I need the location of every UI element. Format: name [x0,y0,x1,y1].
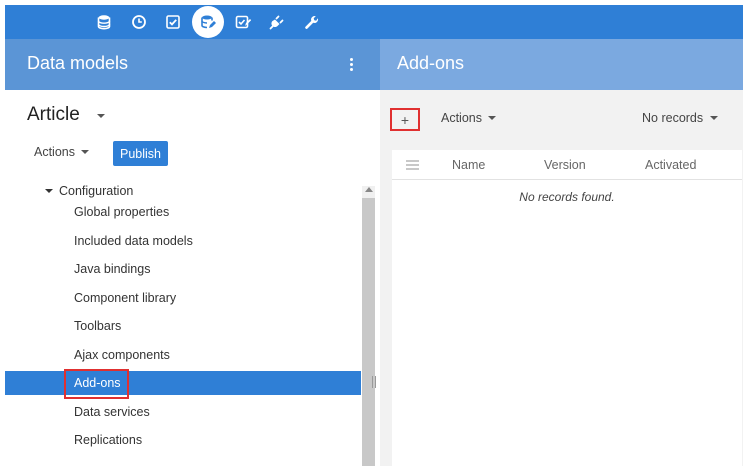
tree-item-included-data-models[interactable]: Included data models [5,229,361,253]
tree-item-ajax-components[interactable]: Ajax components [5,343,361,367]
tree-item-component-library[interactable]: Component library [5,286,361,310]
chevron-down-icon [710,116,719,120]
column-header-version[interactable]: Version [544,158,586,172]
column-header-activated[interactable]: Activated [645,158,696,172]
actions-label: Actions [34,145,75,159]
scroll-up-icon[interactable] [365,187,373,192]
data-models-header: Data models [5,39,380,90]
tree-node-configuration[interactable]: Configuration [45,184,133,198]
data-models-title: Data models [27,53,129,73]
column-header-name[interactable]: Name [452,158,485,172]
highlight-box [64,369,129,399]
actions-label: Actions [441,111,482,125]
chevron-down-icon [81,150,89,154]
top-toolbar [5,5,743,39]
table-header: Name Version Activated [392,150,742,180]
column-menu-icon[interactable] [406,160,419,170]
edit-check-icon[interactable] [229,8,257,36]
chevron-down-icon [96,114,105,118]
more-options-icon[interactable] [345,54,357,74]
tree-item-toolbars[interactable]: Toolbars [5,314,361,338]
database-icon[interactable] [90,8,118,36]
actions-dropdown[interactable]: Actions [441,111,496,125]
records-filter-label: No records [642,111,704,125]
wrench-icon[interactable] [298,8,326,36]
checkbox-icon[interactable] [159,8,187,36]
scrollbar-thumb[interactable] [362,198,375,466]
add-button[interactable]: + [390,108,420,131]
tree-item-replications[interactable]: Replications [5,428,361,452]
addons-title: Add-ons [397,53,465,73]
expand-icon[interactable] [45,189,53,193]
entity-selector[interactable]: Article [27,104,105,126]
clock-icon[interactable] [125,8,153,36]
tree-node-label: Configuration [59,184,134,198]
data-model-icon[interactable] [192,6,224,38]
tree-item-global-properties[interactable]: Global properties [5,200,361,224]
actions-dropdown[interactable]: Actions [34,145,89,159]
plug-icon[interactable] [263,8,291,36]
addons-header: Add-ons [380,39,743,90]
tree-item-add-ons[interactable]: Add-ons [5,369,361,399]
publish-button[interactable]: Publish [113,141,168,166]
panel-splitter-handle[interactable] [372,376,376,388]
data-model-panel: Article Actions Publish Configuration Gl… [5,90,375,466]
tree-item-data-services[interactable]: Data services [5,400,361,424]
entity-name: Article [27,104,80,125]
records-filter-dropdown[interactable]: No records [642,111,719,125]
empty-table-message: No records found. [519,190,615,204]
addons-panel: + Actions No records Name Version Activa… [380,90,743,466]
tree-item-java-bindings[interactable]: Java bindings [5,257,361,281]
chevron-down-icon [488,116,496,120]
addons-table: Name Version Activated No records found. [392,150,742,466]
